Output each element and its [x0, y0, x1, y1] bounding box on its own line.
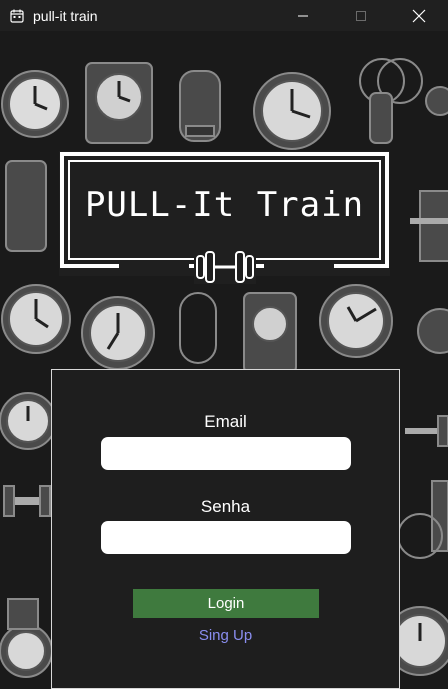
window-title: pull-it train: [33, 7, 98, 24]
maximize-icon: [356, 10, 366, 21]
minimize-button[interactable]: [274, 0, 332, 31]
calendar-icon: [10, 9, 24, 23]
minimize-icon: [298, 15, 308, 16]
close-icon: [412, 9, 426, 22]
email-label: Email: [204, 412, 247, 431]
close-button[interactable]: [390, 0, 448, 31]
signup-link[interactable]: Sing Up: [52, 627, 399, 644]
password-field[interactable]: [101, 521, 351, 554]
login-panel: Email Senha Login Sing Up: [51, 369, 400, 689]
title-bar: pull-it train: [0, 0, 448, 31]
dumbbell-icon: [194, 250, 256, 284]
app-logo: PULL-It Train: [59, 151, 390, 284]
maximize-button[interactable]: [332, 0, 390, 31]
password-label: Senha: [200, 497, 251, 516]
email-field[interactable]: [101, 437, 351, 470]
logo-text: PULL-It Train: [84, 185, 365, 225]
login-button[interactable]: Login: [133, 589, 319, 618]
window-controls: [274, 0, 448, 31]
